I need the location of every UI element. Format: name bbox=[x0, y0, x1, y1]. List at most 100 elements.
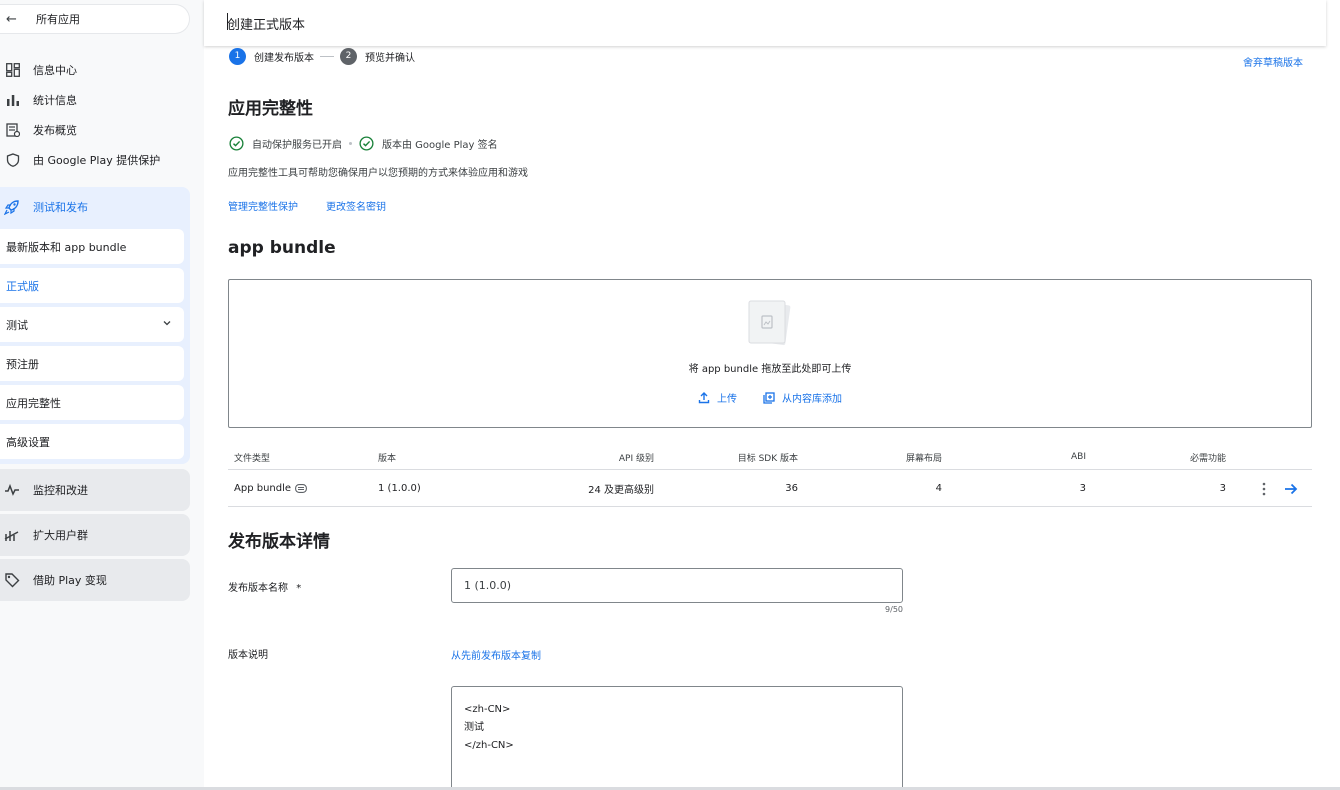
dashboard-icon bbox=[5, 62, 21, 78]
sidebar-item-play-protect[interactable]: 由 Google Play 提供保护 bbox=[0, 147, 190, 173]
sidebar-item-grow-users[interactable]: 扩大用户群 bbox=[0, 514, 190, 556]
sidebar-item-testing[interactable]: 测试 bbox=[0, 307, 184, 342]
copy-from-previous-link[interactable]: 从先前发布版本复制 bbox=[451, 647, 541, 662]
sidebar-group-label: 监控和改进 bbox=[33, 484, 88, 497]
step-2-number[interactable]: 2 bbox=[340, 47, 357, 65]
upload-icon bbox=[698, 391, 710, 403]
sidebar-item-label: 统计信息 bbox=[33, 94, 77, 107]
arrow-left-icon: ← bbox=[6, 11, 17, 27]
dropzone-instructions: 将 app bundle 拖放至此处即可上传 bbox=[688, 364, 852, 375]
sidebar-item-label: 发布概览 bbox=[33, 124, 77, 137]
more-vert-icon[interactable] bbox=[1262, 471, 1266, 506]
shield-icon bbox=[5, 152, 21, 168]
column-header-file-type: 文件类型 bbox=[234, 453, 271, 464]
bundle-title: app bundle bbox=[228, 238, 336, 258]
bundle-dropzone[interactable]: 将 app bundle 拖放至此处即可上传 上传 从内容库添加 bbox=[228, 279, 1312, 428]
cell-required-features: 3 bbox=[1219, 483, 1226, 494]
release-details-title: 发布版本详情 bbox=[228, 532, 330, 552]
integrity-title: 应用完整性 bbox=[228, 99, 313, 119]
cell-api-level: 24 及更高级别 bbox=[588, 485, 654, 496]
page-header: 创建正式版本 bbox=[204, 0, 1326, 46]
integrity-status-row: 自动保护服务已开启 版本由 Google Play 签名 bbox=[229, 136, 498, 151]
column-header-abi: ABI bbox=[1071, 452, 1086, 462]
upload-button[interactable]: 上传 bbox=[698, 390, 737, 405]
check-circle-icon bbox=[359, 136, 374, 151]
step-divider bbox=[320, 55, 334, 57]
sidebar: ← 所有应用 信息中心 统计信息 发布概览 由 Google Play 提供保护… bbox=[0, 0, 204, 790]
change-signing-key-link[interactable]: 更改签名密钥 bbox=[326, 198, 386, 213]
manage-integrity-link[interactable]: 管理完整性保护 bbox=[228, 198, 298, 213]
column-header-screen-layout: 屏幕布局 bbox=[905, 453, 942, 464]
sidebar-subitem-label: 最新版本和 app bundle bbox=[6, 240, 127, 254]
sidebar-subitem-label: 高级设置 bbox=[6, 435, 50, 449]
sidebar-item-pre-registration[interactable]: 预注册 bbox=[0, 346, 184, 381]
release-notes-label: 版本说明 bbox=[228, 650, 268, 661]
arrow-right-icon[interactable] bbox=[1284, 471, 1298, 506]
release-name-label: 发布版本名称 * bbox=[228, 579, 301, 594]
dropzone-actions: 上传 从内容库添加 bbox=[229, 390, 1311, 405]
file-stack-icon bbox=[748, 300, 791, 346]
sidebar-item-production[interactable]: 正式版 bbox=[0, 268, 184, 303]
integrity-description: 应用完整性工具可帮助您确保用户以您预期的方式来体验应用和游戏 bbox=[228, 168, 528, 179]
cell-version: 1 (1.0.0) bbox=[378, 483, 421, 494]
table-row[interactable]: App bundle 1 (1.0.0) 24 及更高级别 36 4 3 3 bbox=[228, 471, 1312, 507]
sidebar-item-label: 由 Google Play 提供保护 bbox=[33, 154, 161, 167]
column-header-required-features: 必需功能 bbox=[1189, 453, 1226, 464]
release-stepper: 1 创建发布版本 2 预览并确认 bbox=[229, 47, 415, 65]
sidebar-item-release-overview[interactable]: 发布概览 bbox=[0, 117, 190, 143]
sidebar-subitem-label: 测试 bbox=[6, 318, 28, 332]
sidebar-subitem-label: 应用完整性 bbox=[6, 396, 61, 410]
grow-icon bbox=[4, 527, 20, 543]
sidebar-item-label: 信息中心 bbox=[33, 64, 77, 77]
rocket-icon bbox=[4, 199, 20, 215]
play-signing-status: 版本由 Google Play 签名 bbox=[382, 140, 498, 151]
sidebar-item-advanced-settings[interactable]: 高级设置 bbox=[0, 424, 184, 459]
release-name-input[interactable]: 1 (1.0.0) bbox=[451, 568, 903, 603]
bundle-table-header: 文件类型 版本 API 级别 目标 SDK 版本 屏幕布局 ABI 必需功能 bbox=[228, 445, 1312, 470]
sidebar-group-label: 测试和发布 bbox=[33, 201, 88, 214]
library-add-icon bbox=[763, 391, 775, 404]
release-overview-icon bbox=[5, 122, 21, 138]
sidebar-item-dashboard[interactable]: 信息中心 bbox=[0, 57, 190, 83]
column-header-target-sdk: 目标 SDK 版本 bbox=[737, 453, 798, 464]
sidebar-group-test-publish: 测试和发布 最新版本和 app bundle 正式版 测试 预注册 应用完整性 … bbox=[0, 187, 190, 464]
sidebar-item-statistics[interactable]: 统计信息 bbox=[0, 87, 190, 113]
sidebar-item-monitor-improve[interactable]: 监控和改进 bbox=[0, 469, 190, 511]
step-1-number[interactable]: 1 bbox=[229, 47, 246, 65]
release-name-counter: 9/50 bbox=[885, 605, 903, 614]
auto-protection-status: 自动保护服务已开启 bbox=[252, 140, 342, 151]
release-name-label-text: 发布版本名称 bbox=[228, 583, 288, 594]
page-title: 创建正式版本 bbox=[227, 18, 306, 33]
upload-label: 上传 bbox=[717, 394, 737, 405]
step-2-label[interactable]: 预览并确认 bbox=[365, 49, 415, 64]
release-notes-textarea[interactable]: <zh-CN> 测试 </zh-CN> bbox=[451, 686, 903, 790]
cell-file-type: App bundle bbox=[234, 471, 307, 506]
sidebar-group-label: 借助 Play 变现 bbox=[33, 574, 107, 587]
chevron-down-icon bbox=[162, 318, 172, 331]
sidebar-item-monetize[interactable]: 借助 Play 变现 bbox=[0, 559, 190, 601]
all-apps-back-button[interactable]: ← 所有应用 bbox=[0, 4, 190, 34]
column-header-api-level: API 级别 bbox=[618, 453, 654, 464]
sidebar-item-test-publish[interactable]: 测试和发布 bbox=[0, 187, 190, 227]
required-mark: * bbox=[296, 583, 302, 594]
library-label: 从内容库添加 bbox=[782, 394, 842, 405]
cell-screen-layout: 4 bbox=[935, 483, 942, 494]
pulse-icon bbox=[4, 482, 20, 498]
discard-draft-link[interactable]: 舍弃草稿版本 bbox=[1243, 54, 1303, 69]
sidebar-item-latest-releases[interactable]: 最新版本和 app bundle bbox=[0, 229, 184, 264]
bar-chart-icon bbox=[5, 92, 21, 108]
sidebar-item-app-integrity[interactable]: 应用完整性 bbox=[0, 385, 184, 420]
sidebar-subitem-label: 预注册 bbox=[6, 357, 39, 371]
step-1-label[interactable]: 创建发布版本 bbox=[254, 49, 314, 64]
add-from-library-button[interactable]: 从内容库添加 bbox=[763, 390, 842, 405]
column-header-version: 版本 bbox=[378, 453, 397, 464]
sidebar-group-label: 扩大用户群 bbox=[33, 529, 88, 542]
separator-dot bbox=[349, 142, 352, 145]
check-circle-icon bbox=[229, 136, 244, 151]
cell-abi: 3 bbox=[1079, 483, 1086, 494]
tag-icon bbox=[4, 572, 20, 588]
back-label: 所有应用 bbox=[36, 13, 80, 26]
cell-target-sdk: 36 bbox=[785, 483, 798, 494]
release-name-value: 1 (1.0.0) bbox=[464, 579, 512, 592]
bundle-chip-icon bbox=[295, 484, 307, 493]
